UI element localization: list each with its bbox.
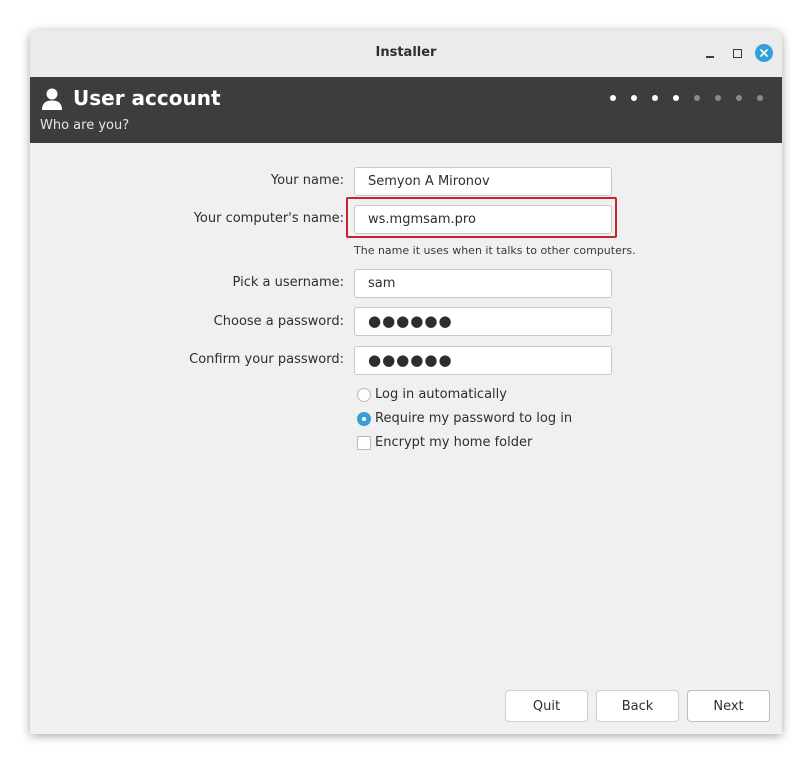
confirm-password-field[interactable]: ●●●●●● (354, 346, 612, 375)
close-button[interactable] (755, 44, 773, 62)
window-title: Installer (375, 45, 437, 60)
highlight-box (346, 197, 617, 238)
name-label: Your name: (270, 173, 344, 188)
require-password-option[interactable]: Require my password to log in (357, 411, 572, 426)
encrypt-home-option[interactable]: Encrypt my home folder (357, 435, 532, 450)
user-icon (42, 88, 62, 110)
minimize-button[interactable] (700, 43, 720, 63)
progress-dot (736, 95, 742, 101)
page-title: User account (73, 86, 221, 110)
progress-dot (631, 95, 637, 101)
close-icon (760, 49, 768, 57)
quit-button[interactable]: Quit (505, 690, 588, 722)
progress-dot (610, 95, 616, 101)
progress-dot (673, 95, 679, 101)
encrypt-home-label: Encrypt my home folder (375, 435, 533, 450)
maximize-button[interactable] (727, 43, 747, 63)
back-button[interactable]: Back (596, 690, 679, 722)
radio-require-password[interactable] (357, 411, 371, 426)
next-button[interactable]: Next (687, 690, 770, 722)
progress-dot (757, 95, 763, 101)
maximize-icon (732, 48, 742, 58)
computer-name-label: Your computer's name: (193, 211, 344, 226)
progress-dots (610, 95, 763, 101)
login-auto-option[interactable]: Log in automatically (357, 387, 507, 402)
progress-dot (652, 95, 658, 101)
installer-window: Installer User account Who are you? Your… (30, 30, 782, 734)
page-header: User account Who are you? (30, 77, 782, 143)
minimize-icon (706, 56, 714, 58)
login-auto-label: Log in automatically (375, 387, 507, 402)
progress-dot (694, 95, 700, 101)
require-password-label: Require my password to log in (375, 411, 573, 426)
password-field[interactable]: ●●●●●● (354, 307, 612, 336)
page-subtitle: Who are you? (40, 118, 130, 133)
progress-dot (715, 95, 721, 101)
title-bar: Installer (30, 30, 782, 78)
username-label: Pick a username: (232, 275, 344, 290)
checkbox-encrypt-home[interactable] (357, 435, 371, 450)
confirm-password-label: Confirm your password: (189, 352, 344, 367)
username-field[interactable]: sam (354, 269, 612, 298)
password-label: Choose a password: (213, 314, 344, 329)
computer-name-hint: The name it uses when it talks to other … (354, 244, 636, 257)
name-field[interactable]: Semyon A Mironov (354, 167, 612, 196)
radio-login-auto[interactable] (357, 387, 371, 402)
